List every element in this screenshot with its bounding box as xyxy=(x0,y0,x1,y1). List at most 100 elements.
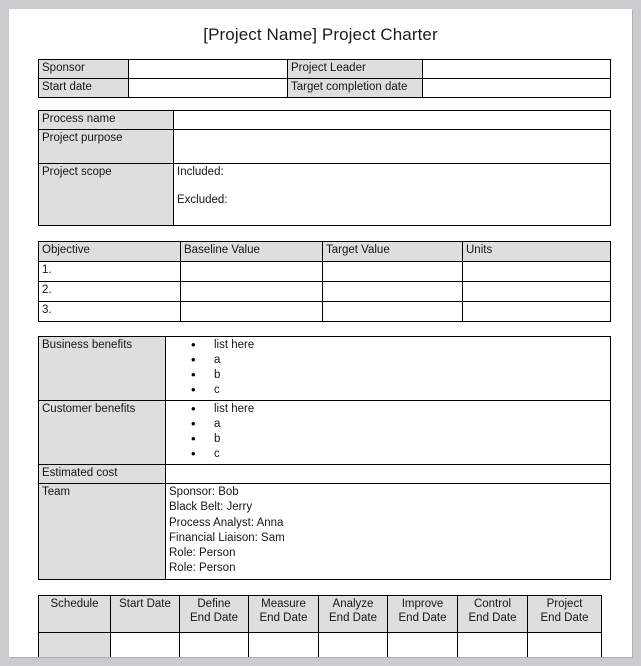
schedule-improve-end-date-value[interactable] xyxy=(387,631,458,657)
list-item: c xyxy=(191,382,607,398)
list-item: a xyxy=(191,416,607,432)
list-item: Role: Person xyxy=(169,562,236,575)
list-item: Black Belt: Jerry xyxy=(169,501,253,514)
project-leader-value[interactable] xyxy=(422,59,611,79)
table-row: Project scope Included: Excluded: xyxy=(38,163,611,226)
list-item: b xyxy=(191,367,607,383)
team-label: Team xyxy=(38,483,166,580)
schedule-table: Schedule Start Date Define End Date Meas… xyxy=(38,594,602,657)
scope-excluded-label: Excluded: xyxy=(177,194,228,206)
table-row: 1. xyxy=(38,261,611,282)
target-completion-date-label: Target completion date xyxy=(287,78,423,98)
start-date-value[interactable] xyxy=(128,78,288,98)
table-header-row: Objective Baseline Value Target Value Un… xyxy=(38,241,611,262)
customer-benefits-value[interactable]: list here a b c xyxy=(165,400,611,465)
sponsor-label: Sponsor xyxy=(38,59,129,79)
project-purpose-value[interactable] xyxy=(173,129,611,164)
column-header-objective: Objective xyxy=(38,241,181,262)
column-header-measure-end-date-line1: Measure xyxy=(261,597,306,610)
business-benefits-value[interactable]: list here a b c xyxy=(165,336,611,401)
sponsor-value[interactable] xyxy=(128,59,288,79)
customer-benefits-list: list here a b c xyxy=(169,401,607,462)
scope-spacer xyxy=(177,179,607,193)
column-header-improve-end-date-line1: Improve xyxy=(401,597,444,610)
project-purpose-label: Project purpose xyxy=(38,129,174,164)
schedule-start-date-value[interactable] xyxy=(110,631,180,657)
column-header-units: Units xyxy=(462,241,611,262)
column-header-start-date: Start Date xyxy=(110,594,180,633)
list-item: a xyxy=(191,352,607,368)
table-row: Team Sponsor: Bob Black Belt: Jerry Proc… xyxy=(38,483,611,580)
column-header-improve-end-date: Improve End Date xyxy=(387,594,458,633)
column-header-define-end-date-line2: End Date xyxy=(190,611,238,624)
project-leader-label: Project Leader xyxy=(287,59,423,79)
list-item: list here xyxy=(191,337,607,353)
column-header-project-end-date-line1: Project xyxy=(546,597,583,610)
column-header-schedule-line1: Schedule xyxy=(50,597,99,610)
table-row: Start date Target completion date xyxy=(38,78,611,98)
document-page: [Project Name] Project Charter Sponsor P… xyxy=(9,9,632,657)
column-header-define-end-date-line1: Define xyxy=(197,597,231,610)
objective-target-value[interactable] xyxy=(322,281,463,302)
column-header-control-end-date-line1: Control xyxy=(473,597,512,610)
objective-units-value[interactable] xyxy=(462,281,611,302)
objective-number: 2. xyxy=(38,281,181,302)
table-row: Customer benefits list here a b c xyxy=(38,400,611,465)
customer-benefits-label: Customer benefits xyxy=(38,400,166,465)
table-header-row: Schedule Start Date Define End Date Meas… xyxy=(38,594,602,633)
document-viewer-background: [Project Name] Project Charter Sponsor P… xyxy=(0,0,641,666)
objective-number: 3. xyxy=(38,301,181,322)
objective-target-value[interactable] xyxy=(322,301,463,322)
target-completion-date-value[interactable] xyxy=(422,78,611,98)
column-header-start-date-line1: Start Date xyxy=(119,597,171,610)
column-header-control-end-date-line2: End Date xyxy=(468,611,517,624)
business-benefits-label: Business benefits xyxy=(38,336,166,401)
benefits-and-team-table: Business benefits list here a b c Custom… xyxy=(38,336,611,580)
table-row xyxy=(38,631,602,657)
schedule-project-end-date-value[interactable] xyxy=(527,631,602,657)
table-row: 2. xyxy=(38,281,611,302)
objective-units-value[interactable] xyxy=(462,301,611,322)
team-value[interactable]: Sponsor: Bob Black Belt: Jerry Process A… xyxy=(165,483,611,580)
objective-baseline-value[interactable] xyxy=(180,281,323,302)
list-item: Process Analyst: Anna xyxy=(169,516,284,529)
project-header-table: Sponsor Project Leader Start date Target… xyxy=(38,59,611,98)
list-item: b xyxy=(191,431,607,447)
column-header-analyze-end-date: Analyze End Date xyxy=(318,594,388,633)
schedule-control-end-date-value[interactable] xyxy=(457,631,528,657)
schedule-measure-end-date-value[interactable] xyxy=(248,631,319,657)
column-header-analyze-end-date-line2: End Date xyxy=(329,611,377,624)
list-item: c xyxy=(191,446,607,462)
column-header-measure-end-date: Measure End Date xyxy=(248,594,319,633)
objective-target-value[interactable] xyxy=(322,261,463,282)
column-header-baseline-value: Baseline Value xyxy=(180,241,323,262)
estimated-cost-value[interactable] xyxy=(165,464,611,484)
column-header-project-end-date: Project End Date xyxy=(527,594,602,633)
start-date-label: Start date xyxy=(38,78,129,98)
column-header-analyze-end-date-line1: Analyze xyxy=(332,597,374,610)
list-item: Sponsor: Bob xyxy=(169,486,239,498)
objective-baseline-value[interactable] xyxy=(180,261,323,282)
objective-units-value[interactable] xyxy=(462,261,611,282)
project-scope-value[interactable]: Included: Excluded: xyxy=(173,163,611,226)
table-row: Business benefits list here a b c xyxy=(38,336,611,401)
process-name-label: Process name xyxy=(38,110,174,130)
table-row: Sponsor Project Leader xyxy=(38,59,611,79)
list-item: Financial Liaison: Sam xyxy=(169,531,285,544)
process-name-value[interactable] xyxy=(173,110,611,130)
column-header-target-value: Target Value xyxy=(322,241,463,262)
table-row: Project purpose xyxy=(38,129,611,164)
column-header-improve-end-date-line2: End Date xyxy=(398,611,447,624)
scope-included-label: Included: xyxy=(177,166,224,178)
process-info-table: Process name Project purpose Project sco… xyxy=(38,110,611,226)
column-header-control-end-date: Control End Date xyxy=(457,594,528,633)
list-item: Role: Person xyxy=(169,547,236,560)
column-header-project-end-date-line2: End Date xyxy=(540,611,589,624)
objective-baseline-value[interactable] xyxy=(180,301,323,322)
schedule-define-end-date-value[interactable] xyxy=(179,631,249,657)
schedule-analyze-end-date-value[interactable] xyxy=(318,631,388,657)
schedule-row-label-cell xyxy=(38,631,111,657)
objectives-table: Objective Baseline Value Target Value Un… xyxy=(38,241,611,322)
column-header-define-end-date: Define End Date xyxy=(179,594,249,633)
project-scope-label: Project scope xyxy=(38,163,174,226)
